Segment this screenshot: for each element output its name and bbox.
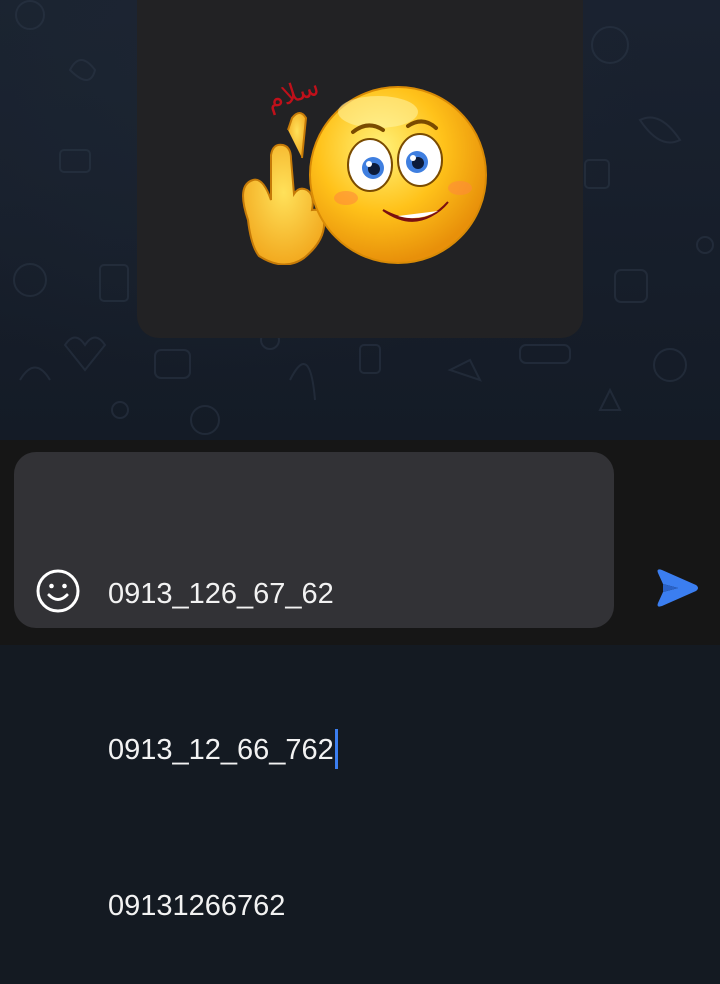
emoji-button[interactable] (34, 567, 82, 615)
message-line-2-text: 0913_12_66_762 (108, 734, 334, 766)
message-input-text[interactable]: 0913_126_67_62 0913_12_66_762 0913126676… (108, 464, 598, 984)
message-line-3: 09131266762 (108, 890, 286, 922)
chat-background: ی (0, 0, 720, 440)
send-button[interactable] (650, 562, 702, 614)
smiley-icon (36, 569, 80, 613)
send-icon (657, 569, 698, 607)
message-line-1: 0913_126_67_62 (108, 578, 334, 610)
text-cursor (334, 729, 338, 770)
message-line-2: 0913_12_66_762 (108, 724, 598, 776)
sticker-greeting-text: سلام (263, 72, 323, 117)
waving-smiley-sticker: سلام (242, 72, 487, 265)
